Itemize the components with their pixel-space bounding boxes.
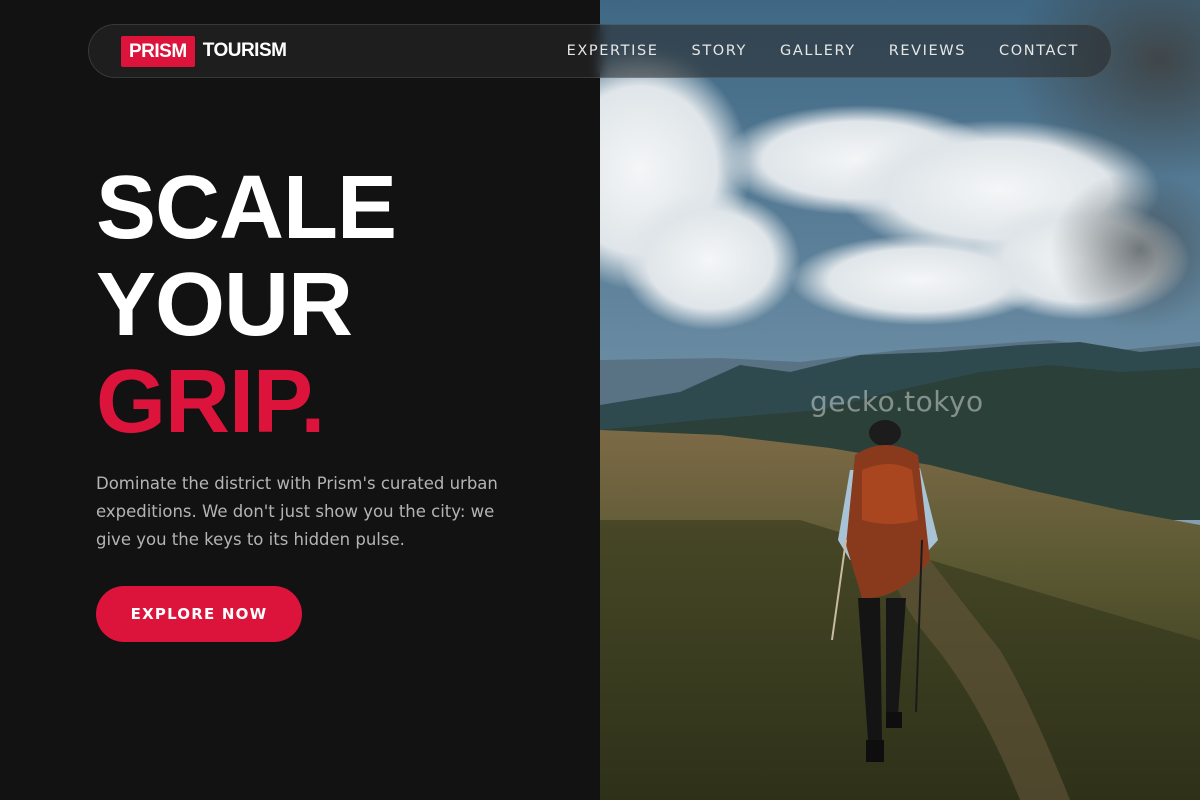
headline-line-2: YOUR bbox=[96, 255, 353, 355]
hero-photo: gecko.tokyo bbox=[600, 0, 1200, 800]
headline-line-1: SCALE bbox=[96, 158, 397, 258]
nav-menu: EXPERTISE STORY GALLERY REVIEWS CONTACT bbox=[567, 43, 1079, 59]
nav-item-reviews[interactable]: REVIEWS bbox=[889, 43, 966, 59]
nav-item-contact[interactable]: CONTACT bbox=[999, 43, 1079, 59]
headline-line-3: GRIP. bbox=[96, 352, 325, 452]
top-navbar: PRISM TOURISM EXPERTISE STORY GALLERY RE… bbox=[88, 24, 1112, 78]
hero-headline: SCALE YOUR GRIP. bbox=[96, 158, 397, 452]
nav-item-gallery[interactable]: GALLERY bbox=[780, 43, 856, 59]
brand-logo[interactable]: PRISM TOURISM bbox=[121, 35, 287, 67]
hero-description: Dominate the district with Prism's curat… bbox=[96, 474, 498, 549]
photo-watermark: gecko.tokyo bbox=[810, 385, 984, 418]
nav-item-expertise[interactable]: EXPERTISE bbox=[567, 43, 659, 59]
logo-box: PRISM bbox=[121, 35, 195, 67]
logo-word: TOURISM bbox=[202, 40, 287, 61]
nav-item-story[interactable]: STORY bbox=[692, 43, 747, 59]
explore-now-button[interactable]: EXPLORE NOW bbox=[96, 586, 302, 642]
